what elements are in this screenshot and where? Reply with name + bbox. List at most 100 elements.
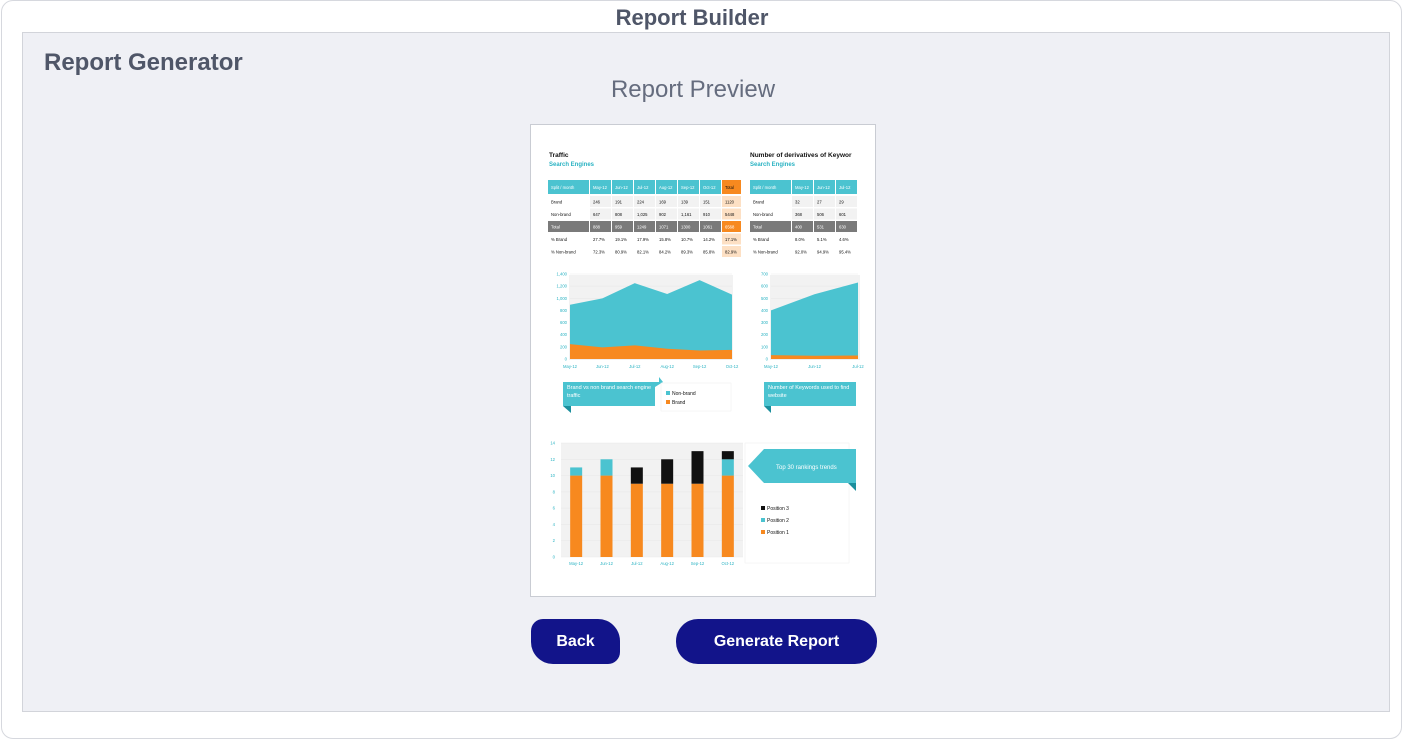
keywords-table-cell-text: % Non-brand [753,250,778,255]
rankings-callout: Top 30 rankings trends Position 3 Positi… [744,442,856,564]
keywords-table-header-text: May-12 [795,185,810,190]
x-tick-label: Jun-12 [808,364,821,369]
traffic-subtitle: Search Engines [549,162,595,168]
traffic-table-cell-text: 224 [637,200,645,205]
keywords-table-header-text: Jul-12 [839,185,851,190]
keywords-table-cell-text: 368 [795,212,803,217]
bar-position-1 [600,475,613,557]
legend-position-1: Position 1 [767,530,789,536]
traffic-area-chart: 1,400 1,200 1,000 800 600 400 200 0 May-12 Jun-12… [557,272,739,370]
keywords-table-cell-text: 92.0% [795,250,807,255]
keywords-table-cell-text: 94.9% [817,250,829,255]
traffic-table-cell-text: 191 [615,200,623,205]
traffic-table-cell-text: % Brand [551,237,568,242]
y-tick-label: 100 [761,344,769,349]
panel-title: Report Generator [44,49,243,76]
traffic-table: Split / month May-12 Jun-12 Jul-12 Aug-12 Sep… [548,180,741,257]
traffic-table-cell-text: Brand [551,200,563,205]
traffic-table-cell-text: 84.2% [659,250,671,255]
keywords-table-cell-text: 29 [839,200,844,205]
y-tick-label: 600 [560,320,568,325]
y-tick-label: 10 [550,473,555,478]
keywords-table-cell-text: 506 [817,212,825,217]
traffic-table-header-text: Aug-12 [659,185,673,190]
y-tick-label: 500 [761,296,769,301]
rankings-bar-chart: 14 12 10 8 6 4 2 0 May-12 Jun-12 Jul-12 Aug-12 Sep-1… [550,441,743,566]
y-tick-label: 200 [560,344,568,349]
bar-position-2 [600,459,613,476]
traffic-table-cell-text: 89.3% [681,250,693,255]
keywords-table-cell-text: Brand [753,200,765,205]
traffic-table-cell-text: 151 [703,200,711,205]
keywords-table-header-text: Split / month [753,185,777,190]
bar-position-3 [661,459,674,484]
y-tick-label: 2 [553,538,556,543]
traffic-table-cell-text: 959 [615,225,623,230]
report-generator-panel: Report Generator Report Preview Traffic … [22,32,1390,712]
traffic-table-cell-text: 246 [593,200,601,205]
y-tick-label: 300 [761,320,769,325]
traffic-table-header-text: Jun-12 [615,185,628,190]
keywords-table-cell-text: 5.1% [817,237,827,242]
report-preview-image: Traffic Search Engines Number of derivat… [548,152,864,566]
back-button[interactable]: Back [531,619,620,664]
y-tick-label: 4 [553,522,556,527]
y-tick-label: 1,400 [557,272,568,277]
keywords-table-cell-text: 630 [839,225,847,230]
keywords-table-cell-text: 531 [817,225,825,230]
keywords-table-cell-text: Non-brand [753,212,773,217]
keywords-table-cell-text: 32 [795,200,800,205]
keywords-table-cell-text: Total [753,225,762,230]
traffic-table-cell-text: 1120 [725,200,735,205]
traffic-table-cell-text: % Non-brand [551,250,576,255]
bar-position-3 [691,451,704,484]
traffic-table-header-text: Jul-12 [637,185,649,190]
keywords-subtitle: Search Engines [750,162,796,168]
y-tick-label: 0 [766,357,769,362]
traffic-table-cell-text: 902 [659,212,667,217]
traffic-callout: Brand vs non brand search engine traffic [563,377,663,413]
traffic-table-cell-text: 72.3% [593,250,605,255]
x-tick-label: May-12 [563,364,578,369]
bar-position-1 [721,475,734,557]
traffic-table-cell-text: 1249 [637,225,647,230]
keywords-table-cell-text: 400 [795,225,803,230]
traffic-table-header-text: May-12 [593,185,608,190]
x-tick-label: Jul-12 [629,364,641,369]
y-tick-label: 1,200 [557,284,568,289]
legend-nonbrand: Non-brand [672,391,696,397]
y-tick-label: 700 [761,272,769,277]
traffic-table-cell-text: 27.7% [593,237,605,242]
y-tick-label: 400 [761,308,769,313]
y-tick-label: 800 [560,308,568,313]
traffic-title: Traffic [549,152,569,159]
traffic-table-cell-text: 1,161 [681,212,692,217]
traffic-table-cell-text: 85.8% [703,250,715,255]
y-tick-label: 1,000 [557,296,568,301]
app-title: Report Builder [615,5,769,30]
legend-position-3: Position 3 [767,506,789,512]
traffic-table-cell-text: 17.9% [637,237,649,242]
report-preview: Traffic Search Engines Number of derivat… [530,124,876,597]
generate-report-button[interactable]: Generate Report [676,619,877,664]
x-tick-label: Oct-12 [726,364,739,369]
keywords-table-header-text: Jun-12 [817,185,830,190]
bar-position-1 [661,483,674,557]
traffic-table-cell-text: 888 [593,225,601,230]
keywords-table-cell-text: 95.4% [839,250,851,255]
traffic-table-cell-text: 1061 [703,225,713,230]
keywords-table: Split / month May-12 Jun-12 Jul-12 Brand 32 27… [750,180,857,257]
preview-title: Report Preview [610,76,776,103]
traffic-table-cell-text: 10.7% [681,237,693,242]
traffic-table-cell-text: 80.9% [615,250,627,255]
traffic-table-cell-text: 139 [681,200,689,205]
keywords-table-cell-text: 27 [817,200,822,205]
x-tick-label: May-12 [764,364,779,369]
y-tick-label: 14 [550,441,555,446]
bar-position-1 [691,483,704,557]
y-tick-label: 200 [761,332,769,337]
x-tick-label: Aug-12 [660,561,674,566]
keywords-table-cell-text: 8.0% [795,237,805,242]
x-tick-label: Sep-12 [691,561,705,566]
traffic-table-cell-text: 82.9% [725,250,737,255]
